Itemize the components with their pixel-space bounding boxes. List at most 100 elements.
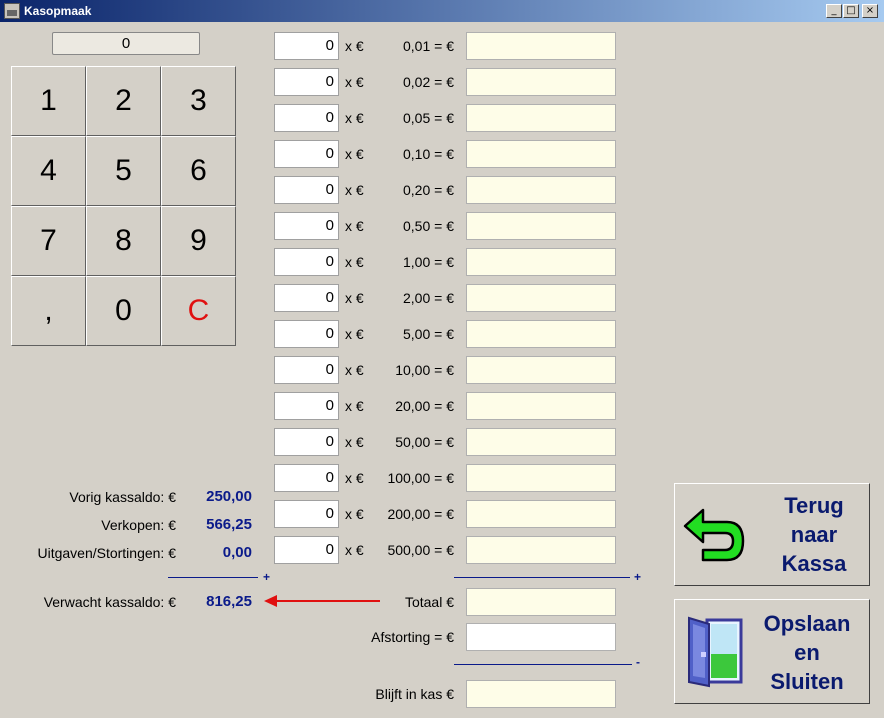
blijft-in-kas-label: Blijft in kas €	[375, 686, 454, 702]
denomination-label: 0,20 = €	[403, 182, 454, 198]
times-euro-label: x €	[345, 218, 364, 234]
vorig-kassaldo-label: Vorig kassaldo: €	[69, 489, 176, 505]
key-6[interactable]: 6	[161, 136, 236, 206]
totaal-label: Totaal €	[404, 594, 454, 610]
vorig-kassaldo-value: 250,00	[206, 488, 252, 505]
times-euro-label: x €	[345, 542, 364, 558]
terug-naar-kassa-button[interactable]: Terug naar Kassa	[674, 483, 870, 586]
quantity-input[interactable]: 0	[274, 500, 339, 528]
verwacht-kassaldo-label: Verwacht kassaldo: €	[43, 594, 176, 610]
denomination-row: 0 x € 0,01 = €	[274, 32, 616, 60]
key-2[interactable]: 2	[86, 66, 161, 136]
totaal-field	[466, 588, 616, 616]
amount-field	[466, 500, 616, 528]
denomination-label: 10,00 = €	[395, 362, 454, 378]
denomination-row: 0 x € 500,00 = €	[274, 536, 616, 564]
window-title: Kasopmaak	[24, 4, 92, 18]
times-euro-label: x €	[345, 434, 364, 450]
amount-field	[466, 320, 616, 348]
amount-field	[466, 248, 616, 276]
times-euro-label: x €	[345, 74, 364, 90]
maximize-button[interactable]: □	[843, 4, 859, 18]
quantity-input[interactable]: 0	[274, 428, 339, 456]
denomination-row: 0 x € 0,02 = €	[274, 68, 616, 96]
amount-field	[466, 212, 616, 240]
denomination-row: 0 x € 100,00 = €	[274, 464, 616, 492]
denomination-row: 0 x € 0,10 = €	[274, 140, 616, 168]
amount-field	[466, 428, 616, 456]
denomination-row: 0 x € 2,00 = €	[274, 284, 616, 312]
sum-line-left	[168, 577, 258, 578]
key-8[interactable]: 8	[86, 206, 161, 276]
quantity-input[interactable]: 0	[274, 140, 339, 168]
minus-line	[454, 664, 632, 665]
denomination-row: 0 x € 10,00 = €	[274, 356, 616, 384]
sum-line-right	[454, 577, 630, 578]
quantity-input[interactable]: 0	[274, 212, 339, 240]
quantity-input[interactable]: 0	[274, 356, 339, 384]
key-4[interactable]: 4	[11, 136, 86, 206]
verkopen-label: Verkopen: €	[101, 517, 176, 533]
denomination-label: 100,00 = €	[387, 470, 454, 486]
quantity-input[interactable]: 0	[274, 284, 339, 312]
keypad-display: 0	[52, 32, 200, 55]
terug-line-3: Kassa	[781, 551, 847, 576]
terug-line-1: Terug	[784, 493, 844, 518]
quantity-input[interactable]: 0	[274, 68, 339, 96]
quantity-input[interactable]: 0	[274, 104, 339, 132]
denomination-label: 50,00 = €	[395, 434, 454, 450]
key-5[interactable]: 5	[86, 136, 161, 206]
amount-field	[466, 104, 616, 132]
denomination-label: 200,00 = €	[387, 506, 454, 522]
quantity-input[interactable]: 0	[274, 32, 339, 60]
minus-sign: -	[636, 655, 640, 669]
key-3[interactable]: 3	[161, 66, 236, 136]
times-euro-label: x €	[345, 254, 364, 270]
quantity-input[interactable]: 0	[274, 536, 339, 564]
app-icon	[4, 3, 20, 19]
quantity-input[interactable]: 0	[274, 320, 339, 348]
amount-field	[466, 464, 616, 492]
times-euro-label: x €	[345, 146, 364, 162]
amount-field	[466, 356, 616, 384]
key-0[interactable]: 0	[86, 276, 161, 346]
key-clear[interactable]: C	[161, 276, 236, 346]
denomination-label: 0,05 = €	[403, 110, 454, 126]
quantity-input[interactable]: 0	[274, 176, 339, 204]
minimize-button[interactable]: _	[826, 4, 842, 18]
times-euro-label: x €	[345, 182, 364, 198]
key-1[interactable]: 1	[11, 66, 86, 136]
verkopen-value: 566,25	[206, 516, 252, 533]
quantity-input[interactable]: 0	[274, 248, 339, 276]
times-euro-label: x €	[345, 290, 364, 306]
amount-field	[466, 140, 616, 168]
times-euro-label: x €	[345, 470, 364, 486]
return-arrow-icon	[683, 508, 745, 562]
amount-field	[466, 392, 616, 420]
denomination-row: 0 x € 20,00 = €	[274, 392, 616, 420]
keypad: 1 2 3 4 5 6 7 8 9 , 0 C	[11, 66, 237, 347]
key-comma[interactable]: ,	[11, 276, 86, 346]
denomination-label: 0,50 = €	[403, 218, 454, 234]
quantity-input[interactable]: 0	[274, 464, 339, 492]
amount-field	[466, 32, 616, 60]
denomination-label: 2,00 = €	[403, 290, 454, 306]
amount-field	[466, 68, 616, 96]
amount-field	[466, 284, 616, 312]
denomination-row: 0 x € 0,20 = €	[274, 176, 616, 204]
key-9[interactable]: 9	[161, 206, 236, 276]
denomination-label: 0,10 = €	[403, 146, 454, 162]
uitgaven-label: Uitgaven/Stortingen: €	[37, 545, 176, 561]
times-euro-label: x €	[345, 398, 364, 414]
terug-line-2: naar	[790, 522, 838, 547]
opslaan-en-sluiten-button[interactable]: Opslaan en Sluiten	[674, 599, 870, 704]
afstorting-input[interactable]	[466, 623, 616, 651]
times-euro-label: x €	[345, 362, 364, 378]
verwacht-kassaldo-value: 816,25	[206, 593, 252, 610]
times-euro-label: x €	[345, 110, 364, 126]
plus-sign-right: +	[634, 570, 642, 584]
quantity-input[interactable]: 0	[274, 392, 339, 420]
key-7[interactable]: 7	[11, 206, 86, 276]
afstorting-label: Afstorting = €	[371, 629, 454, 645]
close-button[interactable]: ×	[862, 4, 878, 18]
